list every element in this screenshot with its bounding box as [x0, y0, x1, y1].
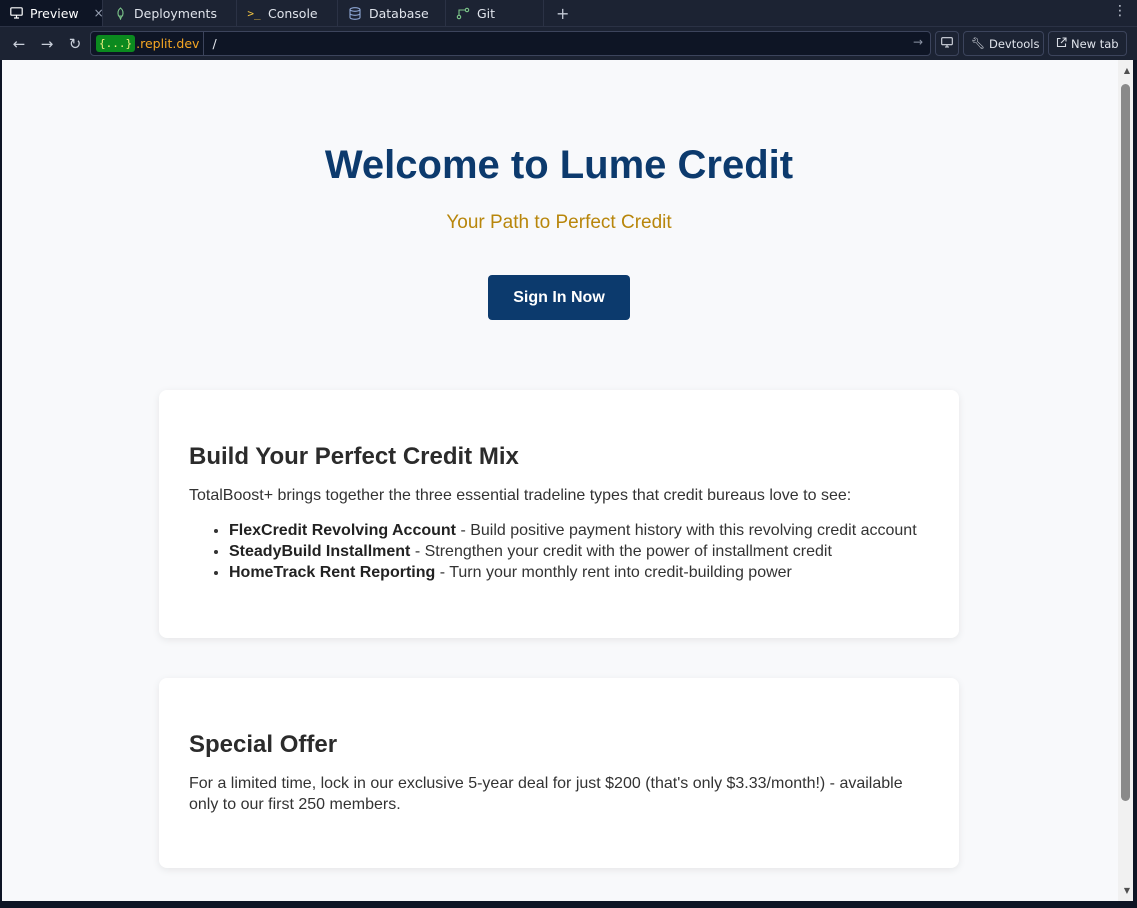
preview-viewport: Welcome to Lume Credit Your Path to Perf…	[2, 60, 1133, 901]
credit-mix-intro: TotalBoost+ brings together the three es…	[189, 487, 852, 504]
sign-in-button[interactable]: Sign In Now	[488, 275, 630, 320]
page-subtitle: Your Path to Perfect Credit	[446, 212, 672, 233]
credit-mix-heading: Build Your Perfect Credit Mix	[189, 443, 519, 470]
tab-label: Database	[369, 5, 429, 21]
tab-label: Deployments	[134, 5, 217, 21]
rocket-icon	[113, 6, 127, 20]
scrollbar[interactable]: ▲ ▼	[1118, 60, 1133, 901]
page-title: Welcome to Lume Credit	[324, 143, 794, 187]
product-desc: - Build positive payment history with th…	[456, 522, 917, 539]
tab-deployments[interactable]: Deployments	[103, 0, 237, 26]
tab-label: Console	[268, 5, 318, 21]
forward-arrow-icon[interactable]: →	[36, 33, 58, 55]
url-badge: {...}	[96, 35, 136, 52]
add-tab-button[interactable]: +	[544, 0, 581, 26]
git-icon	[456, 6, 470, 20]
more-vertical-icon[interactable]: ⋮	[1113, 3, 1127, 19]
go-arrow-icon[interactable]: →	[913, 35, 923, 49]
monitor-icon	[10, 6, 23, 20]
database-icon	[348, 6, 362, 20]
device-preview-button[interactable]	[935, 31, 959, 56]
devtools-button[interactable]: 🔧︎ Devtools	[963, 31, 1044, 56]
wrench-icon: 🔧︎	[971, 37, 985, 50]
new-tab-button[interactable]: New tab	[1048, 31, 1127, 56]
terminal-icon: >_	[247, 6, 261, 20]
url-input[interactable]: {...} .replit.dev / →	[90, 31, 931, 56]
new-tab-label: New tab	[1071, 36, 1119, 51]
url-divider	[203, 31, 205, 56]
special-offer-heading: Special Offer	[189, 731, 338, 758]
back-arrow-icon[interactable]: ←	[8, 33, 30, 55]
product-name: SteadyBuild Installment	[229, 543, 411, 560]
list-item: SteadyBuild Installment - Strengthen you…	[229, 541, 929, 562]
url-path[interactable]: /	[212, 36, 216, 51]
devtools-label: Devtools	[988, 36, 1040, 51]
list-item: FlexCredit Revolving Account - Build pos…	[229, 520, 929, 541]
tab-git[interactable]: Git	[446, 0, 544, 26]
url-domain: .replit.dev	[136, 36, 200, 51]
tab-label: Git	[477, 5, 496, 21]
tab-label: Preview	[30, 5, 79, 21]
product-desc: - Turn your monthly rent into credit-bui…	[435, 564, 792, 581]
scroll-down-arrow-icon[interactable]: ▼	[1124, 886, 1130, 895]
tab-console[interactable]: >_ Console	[237, 0, 338, 26]
list-item: HomeTrack Rent Reporting - Turn your mon…	[229, 562, 929, 583]
special-offer-text: For a limited time, lock in our exclusiv…	[189, 775, 903, 813]
preview-nav-bar: ← → ↻ {...} .replit.dev / → 🔧︎ Devtools …	[0, 27, 1137, 60]
product-desc: - Strengthen your credit with the power …	[410, 543, 832, 560]
product-name: HomeTrack Rent Reporting	[229, 564, 436, 581]
external-link-icon	[1056, 36, 1067, 51]
credit-mix-card: Build Your Perfect Credit Mix TotalBoost…	[159, 390, 959, 638]
scrollbar-thumb[interactable]	[1121, 84, 1130, 801]
scroll-up-arrow-icon[interactable]: ▲	[1124, 66, 1130, 75]
workspace-tab-bar: Preview × Deployments >_ Console Databas…	[0, 0, 1137, 27]
special-offer-card: Special Offer For a limited time, lock i…	[159, 678, 959, 868]
reload-icon[interactable]: ↻	[64, 33, 86, 55]
product-name: FlexCredit Revolving Account	[229, 522, 456, 539]
tradeline-list: FlexCredit Revolving Account - Build pos…	[229, 520, 929, 583]
monitor-icon	[941, 36, 953, 51]
tab-preview[interactable]: Preview ×	[0, 0, 104, 26]
tab-database[interactable]: Database	[338, 0, 446, 26]
